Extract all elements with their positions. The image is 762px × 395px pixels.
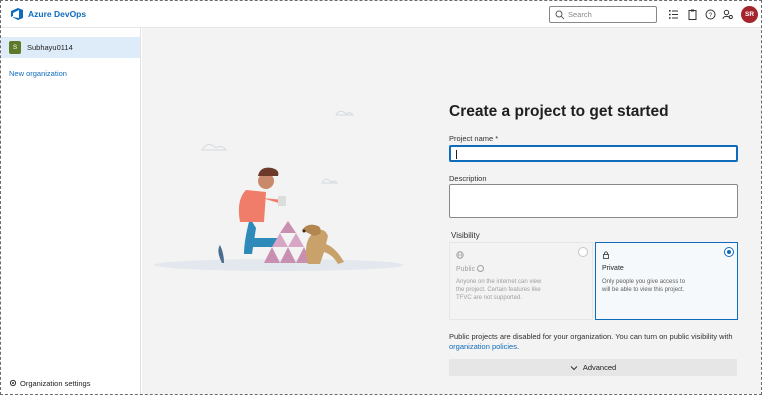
org-avatar: S bbox=[9, 41, 21, 54]
lock-icon bbox=[603, 251, 609, 259]
public-description: Anyone on the internet can view the proj… bbox=[456, 279, 542, 301]
brand-name[interactable]: Azure DevOps bbox=[28, 9, 86, 19]
main-content: Create a project to get started Project … bbox=[142, 28, 761, 394]
user-avatar[interactable]: SR bbox=[741, 6, 758, 23]
top-bar: Azure DevOps Search ? SR bbox=[1, 1, 761, 28]
globe-icon bbox=[456, 251, 464, 259]
visibility-option-private[interactable]: Private Only people you give access to w… bbox=[595, 242, 738, 320]
text-caret bbox=[456, 150, 457, 159]
advanced-label: Advanced bbox=[582, 363, 617, 372]
page-title: Create a project to get started bbox=[449, 103, 669, 120]
description-textarea[interactable] bbox=[449, 184, 738, 218]
help-icon[interactable]: ? bbox=[705, 9, 716, 20]
private-title: Private bbox=[602, 265, 624, 272]
list-checks-icon[interactable] bbox=[668, 9, 679, 20]
clipboard-icon[interactable] bbox=[687, 9, 698, 20]
visibility-label: Visibility bbox=[451, 231, 480, 240]
azure-devops-logo-icon[interactable] bbox=[10, 7, 24, 21]
search-icon bbox=[555, 10, 565, 20]
organization-settings-label: Organization settings bbox=[20, 379, 91, 388]
svg-text:?: ? bbox=[709, 13, 713, 19]
user-settings-icon[interactable] bbox=[722, 9, 733, 20]
project-name-label: Project name * bbox=[449, 134, 499, 143]
search-placeholder: Search bbox=[568, 10, 592, 19]
organization-settings-link[interactable]: Organization settings bbox=[9, 379, 90, 388]
gear-icon bbox=[9, 379, 17, 387]
sidebar-item-organization[interactable]: S Subhayu0114 bbox=[1, 37, 140, 58]
visibility-policy-note: Public projects are disabled for your or… bbox=[449, 332, 749, 352]
note-end: . bbox=[516, 342, 520, 351]
description-label: Description bbox=[449, 174, 487, 183]
chevron-down-icon bbox=[570, 365, 578, 370]
project-name-input[interactable] bbox=[449, 145, 738, 162]
search-input[interactable]: Search bbox=[549, 6, 657, 23]
private-radio[interactable] bbox=[724, 247, 734, 257]
sidebar: S Subhayu0114 New organization Organizat… bbox=[1, 28, 141, 394]
organization-policies-link[interactable]: organization policies bbox=[449, 342, 517, 351]
info-icon bbox=[477, 265, 485, 272]
advanced-toggle-button[interactable]: Advanced bbox=[449, 359, 737, 376]
org-name: Subhayu0114 bbox=[27, 43, 73, 52]
new-organization-link[interactable]: New organization bbox=[9, 69, 67, 78]
private-description: Only people you give access to will be a… bbox=[602, 279, 686, 293]
note-text: Public projects are disabled for your or… bbox=[449, 332, 733, 341]
visibility-option-public[interactable]: Public Anyone on the internet can view t… bbox=[449, 242, 593, 320]
welcome-illustration bbox=[154, 110, 404, 271]
public-title: Public bbox=[456, 265, 485, 273]
public-radio[interactable] bbox=[578, 247, 588, 257]
